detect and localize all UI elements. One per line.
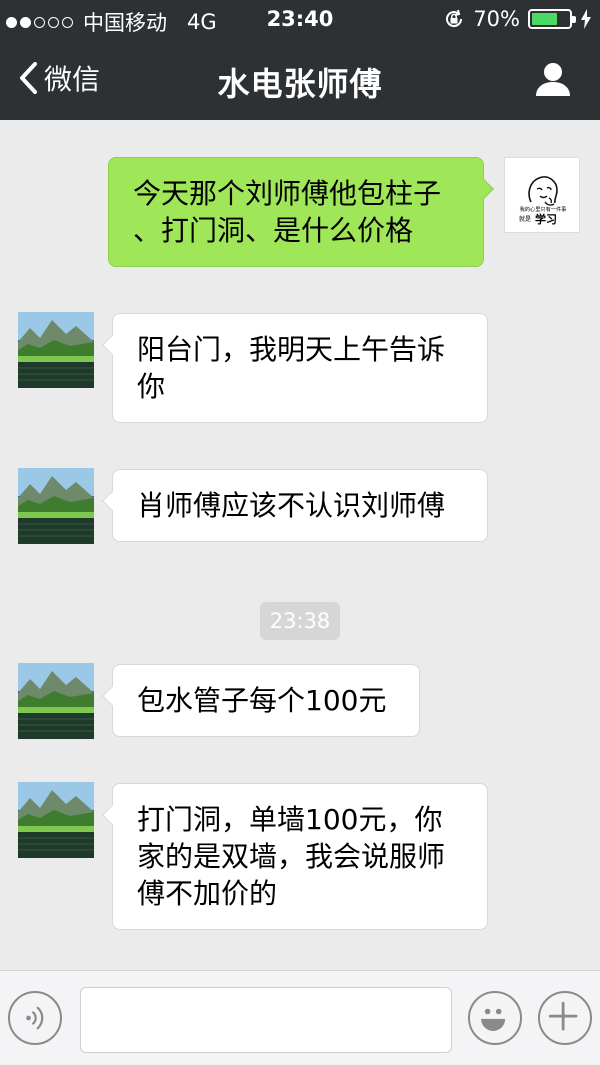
avatar-caption-small: 我的心里只有一件事 [520, 205, 567, 213]
input-bar [0, 970, 600, 1065]
avatar-caption-prefix: 就是 [519, 215, 531, 223]
charging-bolt-icon [581, 9, 591, 29]
message-line: 、打门洞、是什么价格 [133, 214, 414, 247]
time-divider: 23:38 [260, 602, 340, 640]
message-line: 肖师傅应该不认识刘师傅 [137, 489, 446, 522]
message-line: 傅不加价的 [137, 877, 278, 910]
contact-avatar[interactable] [18, 663, 94, 739]
contact-avatar[interactable] [18, 312, 94, 388]
bubble-tail [102, 491, 122, 511]
battery-fill [532, 13, 558, 25]
bubble-tail [102, 805, 122, 825]
message-bubble-outgoing[interactable]: 今天那个刘师傅他包柱子 、打门洞、是什么价格 [108, 157, 494, 267]
status-right: 70% [443, 7, 592, 31]
my-avatar[interactable]: 我的心里只有一件事 就是 学习 [504, 157, 580, 233]
message-bubble-incoming[interactable]: 肖师傅应该不认识刘师傅 [102, 469, 488, 542]
message-line: 家的是双墙，我会说服师 [137, 840, 446, 873]
chat-title: 水电张师傅 [217, 65, 383, 103]
status-bar: 中国移动 4G 23:40 70% [0, 0, 600, 40]
chat-area[interactable]: 今天那个刘师傅他包柱子 、打门洞、是什么价格 我的心里只有一件事 就是 学习 阳… [0, 120, 600, 970]
avatar-caption-big: 学习 [535, 212, 557, 226]
bubble-tail [102, 335, 122, 355]
message-input[interactable] [80, 987, 452, 1053]
rotation-lock-icon [446, 9, 463, 28]
battery-icon [528, 9, 576, 29]
bubble-tail [474, 179, 494, 199]
landscape-avatar-image [18, 782, 94, 858]
voice-icon [26, 1006, 44, 1030]
message-bubble-incoming[interactable]: 打门洞，单墙100元，你 家的是双墙，我会说服师 傅不加价的 [102, 783, 488, 930]
person-icon [536, 63, 570, 96]
profile-button[interactable] [534, 60, 572, 98]
message-bubble-incoming[interactable]: 阳台门，我明天上午告诉 你 [102, 313, 488, 423]
battery-percent: 70% [473, 7, 520, 31]
plus-icon [548, 1001, 578, 1031]
message-line: 你 [137, 370, 166, 403]
nav-bar: 微信 水电张师傅 [0, 40, 600, 120]
bubble-tail [102, 686, 122, 706]
message-bubble-incoming[interactable]: 包水管子每个100元 [102, 664, 420, 737]
message-line: 包水管子每个100元 [137, 684, 387, 717]
landscape-avatar-image [18, 468, 94, 544]
voice-button[interactable] [8, 991, 62, 1045]
plus-button[interactable] [538, 991, 592, 1045]
message-line: 阳台门，我明天上午告诉 [137, 333, 446, 366]
contact-avatar[interactable] [18, 468, 94, 544]
message-line: 今天那个刘师傅他包柱子 [133, 177, 442, 210]
meme-avatar-image: 我的心里只有一件事 就是 学习 [505, 158, 579, 232]
emoji-button[interactable] [468, 991, 522, 1045]
contact-avatar[interactable] [18, 782, 94, 858]
landscape-avatar-image [18, 312, 94, 388]
battery-tip [572, 16, 576, 23]
emoji-icon [481, 1008, 506, 1031]
landscape-avatar-image [18, 663, 94, 739]
message-line: 打门洞，单墙100元，你 [137, 803, 443, 836]
